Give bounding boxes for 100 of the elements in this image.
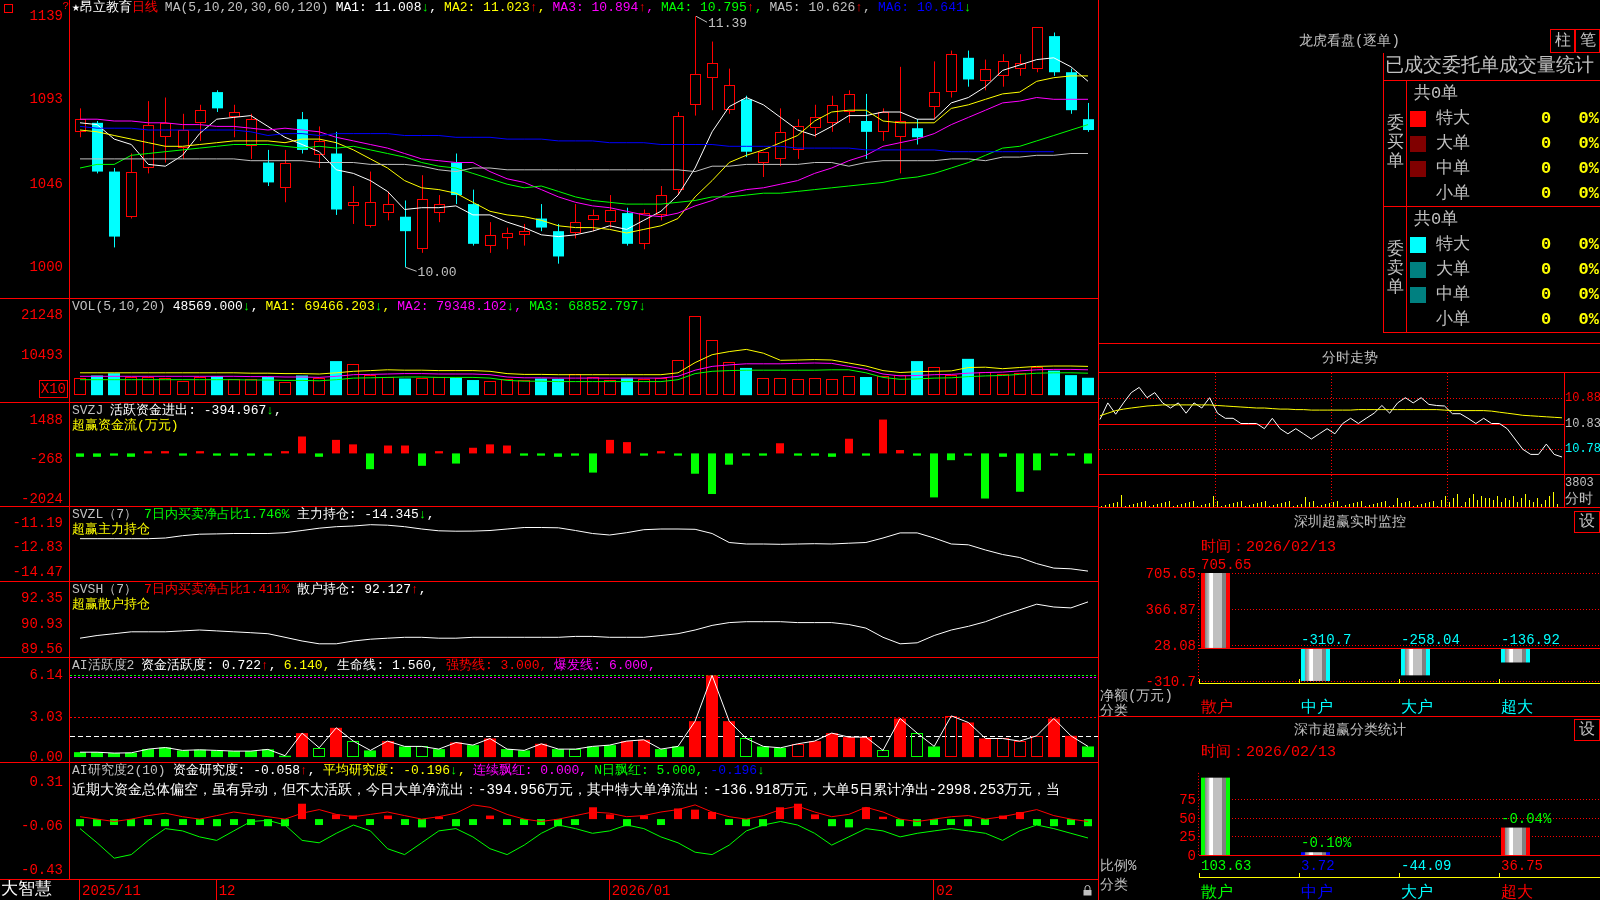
fund-flow-bar	[161, 451, 169, 454]
order-size-label: 大单	[1435, 259, 1470, 280]
volume-bar	[979, 372, 991, 395]
legend-entry: 平均研究度: -0.196↓,	[322, 763, 466, 778]
research-bar	[537, 819, 545, 825]
volume-bar	[177, 381, 189, 395]
fund-flow-bar	[879, 419, 887, 454]
legend-entry: 生命线: 1.560,	[337, 658, 439, 673]
candle	[280, 149, 291, 203]
fund-flow-bar	[315, 453, 323, 457]
axis-label: 75	[1179, 792, 1196, 808]
square-icon[interactable]	[4, 4, 13, 13]
date-label: 2025/11	[79, 880, 141, 900]
activity-bar	[962, 722, 974, 758]
volume-bar	[194, 377, 206, 395]
indicator-title: SVZJ	[72, 403, 104, 418]
indicator-title: VOL(5,10,20)	[72, 299, 166, 314]
research-bar	[435, 816, 443, 820]
activity-bar	[638, 739, 650, 758]
research-bar	[947, 819, 955, 825]
settings-button[interactable]: 设	[1574, 719, 1600, 741]
research-bar	[708, 812, 716, 820]
axis-label: 3.03	[29, 708, 63, 725]
indicator-title: MA(5,10,20,30,60,120)	[164, 0, 329, 15]
candle	[365, 171, 376, 229]
volume-bar	[416, 378, 428, 395]
legend-entry: MA4: 10.795↑,	[661, 0, 763, 15]
research-bar	[1016, 812, 1024, 820]
help-mark[interactable]: ?	[62, 0, 69, 12]
axis-label: 92.35	[21, 589, 63, 606]
candle	[963, 50, 974, 88]
order-count: 0	[1540, 259, 1552, 280]
research-bar	[606, 814, 614, 820]
category-bar	[1501, 647, 1530, 663]
volume-bar	[382, 377, 394, 395]
candle	[1066, 68, 1077, 115]
indicator-subtitle: 超赢主力持仓	[71, 522, 150, 537]
activity-bar	[877, 750, 889, 757]
research-bar	[161, 819, 169, 827]
axis-label: -2024	[21, 491, 63, 508]
activity-bar	[569, 749, 581, 757]
view-toggle-button[interactable]: 笔	[1575, 29, 1600, 53]
activity-bar	[330, 727, 342, 758]
axis-label: -0.43	[21, 862, 63, 878]
research-bar	[315, 819, 323, 825]
volume-bar	[467, 380, 479, 396]
fund-flow-bar	[845, 438, 853, 454]
axis-label: 90.93	[21, 615, 63, 632]
candle	[793, 118, 804, 160]
volume-bar	[142, 377, 154, 395]
order-count: 0	[1540, 108, 1552, 129]
volume-bar	[757, 378, 769, 395]
research-bar	[93, 819, 101, 827]
category-bar	[1301, 852, 1330, 855]
order-count: 0	[1540, 183, 1552, 204]
fund-flow-bar	[264, 453, 272, 456]
activity-bar	[279, 755, 291, 758]
activity-bar	[108, 753, 120, 758]
research-bar	[981, 819, 989, 825]
activity-bar	[245, 751, 257, 758]
candle	[878, 107, 889, 142]
fund-flow-bar	[759, 453, 767, 456]
research-bar	[418, 819, 426, 828]
panel-title: 龙虎看盘(逐单)	[1299, 33, 1400, 51]
fund-flow-bar	[349, 444, 357, 454]
fund-flow-bar	[1067, 453, 1075, 456]
activity-bar	[501, 749, 513, 758]
research-bar	[554, 819, 562, 827]
fund-flow-bar	[1016, 453, 1024, 492]
fund-flow-bar	[640, 453, 648, 456]
fund-flow-bar	[913, 453, 921, 456]
lock-icon[interactable]	[1083, 885, 1092, 896]
candle	[297, 111, 308, 154]
volume-bar	[296, 375, 308, 396]
legend-entry: MA1: 11.008↓,	[335, 0, 438, 15]
volume-bar	[740, 367, 752, 396]
volume-bar	[364, 375, 376, 395]
settings-button[interactable]: 设	[1574, 510, 1600, 533]
volume-bar	[774, 378, 786, 395]
candle	[1032, 26, 1043, 73]
view-toggle-button[interactable]: 柱	[1550, 29, 1575, 53]
axis-label: 28.08	[1154, 637, 1196, 654]
activity-bar	[689, 721, 701, 758]
fund-flow-bar	[93, 453, 101, 457]
legend-entry: 资金研究度: -0.058↑,	[172, 763, 316, 778]
fund-flow-bar	[981, 453, 989, 499]
volume-bar	[792, 379, 804, 395]
candle	[980, 59, 991, 91]
research-bar	[1033, 819, 1041, 825]
research-bar	[127, 819, 135, 827]
order-percent: 0%	[1578, 234, 1599, 255]
volume-bar	[518, 380, 530, 395]
activity-bar	[552, 749, 564, 758]
volume-bar	[569, 374, 581, 395]
table-title: 已成交委托单成交量统计	[1384, 53, 1600, 81]
axis-label: 10493	[21, 347, 63, 364]
activity-bar	[382, 741, 394, 758]
candle	[246, 113, 257, 160]
legend-entry: MA6: 10.641↓	[877, 0, 972, 15]
activity-bar	[1082, 746, 1094, 758]
